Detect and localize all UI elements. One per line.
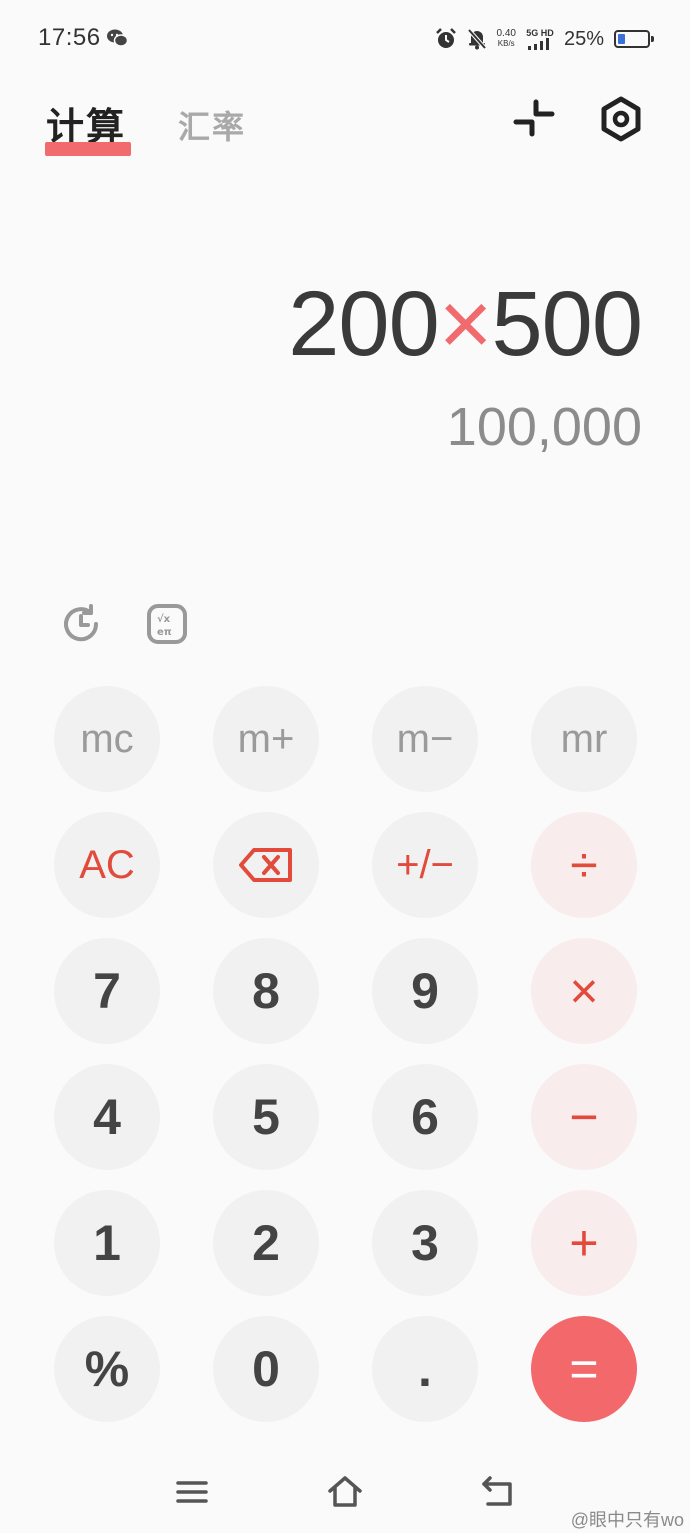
memory-recall-button[interactable]: mr [531, 686, 637, 792]
status-time: 17:56 [38, 24, 101, 51]
digit-5-button[interactable]: 5 [213, 1064, 319, 1170]
digit-8-button[interactable]: 8 [213, 938, 319, 1044]
multiply-button[interactable]: × [531, 938, 637, 1044]
settings-icon[interactable] [598, 96, 644, 142]
back-icon[interactable] [480, 1474, 516, 1510]
menu-icon[interactable] [174, 1474, 210, 1510]
operand-1: 200 [288, 273, 439, 375]
divide-button[interactable]: ÷ [531, 812, 637, 918]
plus-button[interactable]: + [531, 1190, 637, 1296]
equals-button[interactable]: = [531, 1316, 637, 1422]
percent-button[interactable]: % [54, 1316, 160, 1422]
battery-icon [614, 30, 654, 48]
digit-2-button[interactable]: 2 [213, 1190, 319, 1296]
status-bar: 17:56 0.40 KB/s 5G HD 25% [0, 0, 690, 78]
tab-exchange-rate[interactable]: 汇率 [178, 102, 246, 148]
digit-6-button[interactable]: 6 [372, 1064, 478, 1170]
home-icon[interactable] [327, 1474, 363, 1510]
digit-1-button[interactable]: 1 [54, 1190, 160, 1296]
bell-muted-icon [467, 28, 486, 50]
memory-clear-button[interactable]: mc [54, 686, 160, 792]
signal-indicator: 5G HD [526, 28, 554, 50]
digit-9-button[interactable]: 9 [372, 938, 478, 1044]
clear-button[interactable]: AC [54, 812, 160, 918]
collapse-icon[interactable] [512, 98, 556, 138]
digit-7-button[interactable]: 7 [54, 938, 160, 1044]
decimal-button[interactable]: . [372, 1316, 478, 1422]
net-speed-unit: KB/s [497, 39, 515, 48]
wechat-icon [107, 29, 128, 47]
operand-2: 500 [491, 273, 643, 375]
alarm-icon [435, 28, 456, 48]
expression-display: 200×500 [288, 272, 643, 377]
digit-4-button[interactable]: 4 [54, 1064, 160, 1170]
watermark: @眼中只有wo [570, 1510, 684, 1530]
result-display: 100,000 [446, 397, 642, 457]
signal-bars-icon [527, 38, 549, 50]
sign-toggle-button[interactable]: +/− [372, 812, 478, 918]
battery-percent: 25% [563, 27, 604, 50]
scientific-mode-icon[interactable]: √x eπ [146, 603, 188, 645]
net-speed-value: 0.40 [496, 28, 516, 39]
battery-level [618, 34, 625, 44]
digit-3-button[interactable]: 3 [372, 1190, 478, 1296]
backspace-button[interactable] [213, 812, 319, 918]
memory-add-button[interactable]: m+ [213, 686, 319, 792]
digit-0-button[interactable]: 0 [213, 1316, 319, 1422]
network-speed: 0.40 KB/s [497, 29, 516, 49]
history-icon[interactable] [60, 603, 102, 645]
network-type: 5G HD [526, 28, 554, 38]
backspace-icon [239, 848, 292, 882]
svg-text:eπ: eπ [157, 627, 172, 638]
svg-text:√x: √x [157, 613, 171, 625]
expression-operator: × [438, 273, 493, 375]
status-indicators: 0.40 KB/s 5G HD 25% [435, 24, 654, 54]
minus-button[interactable]: − [531, 1064, 637, 1170]
tab-active-indicator [45, 142, 131, 156]
memory-subtract-button[interactable]: m− [372, 686, 478, 792]
